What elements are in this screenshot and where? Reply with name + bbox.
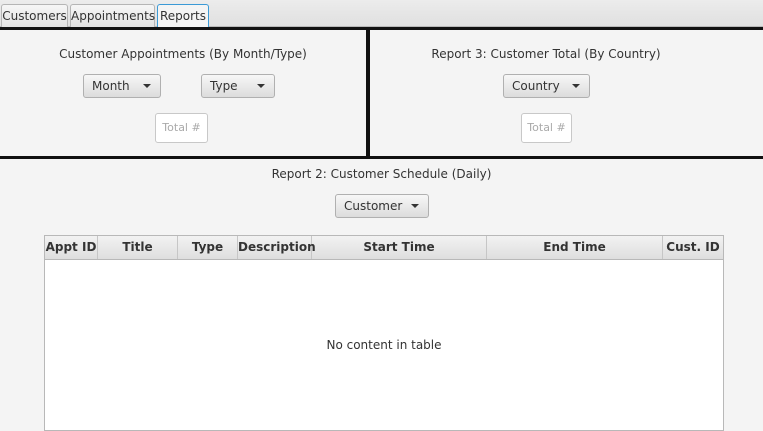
month-combo[interactable]: Month xyxy=(83,74,161,98)
customer-combo-label: Customer xyxy=(344,199,403,213)
chevron-down-icon xyxy=(411,204,419,208)
country-combo[interactable]: Country xyxy=(503,74,590,98)
country-combo-label: Country xyxy=(512,79,560,93)
column-header-title[interactable]: Title xyxy=(98,236,178,259)
schedule-table[interactable]: Appt ID Title Type Description Start Tim… xyxy=(44,235,724,431)
table-header: Appt ID Title Type Description Start Tim… xyxy=(45,236,723,260)
type-combo-label: Type xyxy=(210,79,238,93)
customer-combo[interactable]: Customer xyxy=(335,194,429,218)
column-header-type[interactable]: Type xyxy=(178,236,238,259)
chevron-down-icon xyxy=(257,84,265,88)
report3-total-field[interactable]: Total # xyxy=(521,113,572,143)
tab-reports[interactable]: Reports xyxy=(157,4,209,28)
column-header-start-time[interactable]: Start Time xyxy=(312,236,487,259)
column-header-appt-id[interactable]: Appt ID xyxy=(45,236,98,259)
panel-border-top xyxy=(0,27,763,30)
chevron-down-icon xyxy=(572,84,580,88)
report2-title: Report 2: Customer Schedule (Daily) xyxy=(271,167,492,181)
tab-appointments[interactable]: Appointments xyxy=(70,4,155,27)
report3-title: Report 3: Customer Total (By Country) xyxy=(431,47,661,61)
month-combo-label: Month xyxy=(92,79,130,93)
tab-bar: Customers Appointments Reports xyxy=(0,0,763,28)
table-empty-message: No content in table xyxy=(326,338,442,352)
report1-total-field[interactable]: Total # xyxy=(155,113,208,143)
column-header-end-time[interactable]: End Time xyxy=(487,236,663,259)
tab-customers[interactable]: Customers xyxy=(1,4,68,27)
panel-border-bottom xyxy=(0,156,763,159)
column-header-cust-id[interactable]: Cust. ID xyxy=(663,236,723,259)
report1-title: Customer Appointments (By Month/Type) xyxy=(59,47,307,61)
chevron-down-icon xyxy=(143,84,151,88)
type-combo[interactable]: Type xyxy=(201,74,275,98)
column-header-description[interactable]: Description xyxy=(238,236,316,259)
